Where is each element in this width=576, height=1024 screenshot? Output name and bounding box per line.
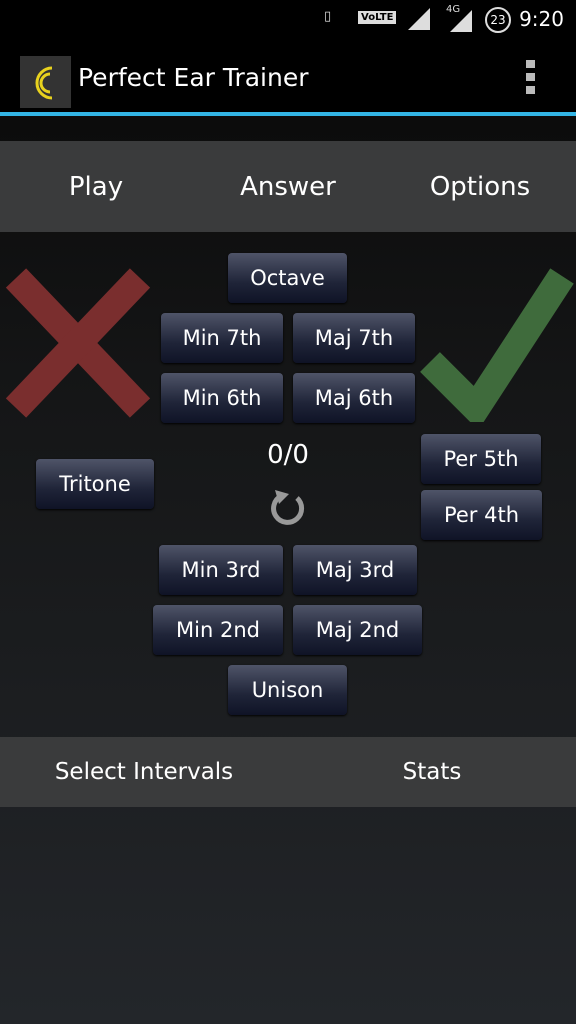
replay-icon[interactable] bbox=[267, 488, 309, 530]
min-7th-button[interactable]: Min 7th bbox=[161, 313, 283, 363]
maj-3rd-button[interactable]: Maj 3rd bbox=[293, 545, 417, 595]
min-6th-button[interactable]: Min 6th bbox=[161, 373, 283, 423]
maj-2nd-button[interactable]: Maj 2nd bbox=[293, 605, 422, 655]
wrong-x-icon bbox=[5, 268, 151, 418]
vibrate-icon: ▯ bbox=[324, 9, 332, 24]
divider bbox=[0, 112, 576, 116]
score: 0/0 bbox=[267, 440, 309, 470]
per-5th-button[interactable]: Per 5th bbox=[421, 434, 541, 484]
volte-icon: VoLTE bbox=[358, 11, 397, 24]
signal-4g-icon bbox=[450, 10, 472, 32]
unison-button[interactable]: Unison bbox=[228, 665, 347, 715]
battery-icon: 23 bbox=[485, 7, 511, 33]
tab-answer[interactable]: Answer bbox=[192, 172, 384, 202]
clock: 9:20 bbox=[519, 7, 564, 31]
min-3rd-button[interactable]: Min 3rd bbox=[159, 545, 283, 595]
stats-button[interactable]: Stats bbox=[288, 759, 576, 785]
action-bar: Perfect Ear Trainer bbox=[0, 38, 576, 113]
app-title: Perfect Ear Trainer bbox=[78, 63, 309, 92]
octave-button[interactable]: Octave bbox=[228, 253, 347, 303]
correct-check-icon bbox=[420, 268, 574, 422]
tab-bar: Play Answer Options bbox=[0, 141, 576, 232]
tab-play[interactable]: Play bbox=[0, 172, 192, 202]
maj-7th-button[interactable]: Maj 7th bbox=[293, 313, 415, 363]
overflow-menu-icon[interactable] bbox=[526, 60, 536, 94]
select-intervals-button[interactable]: Select Intervals bbox=[0, 759, 288, 785]
maj-6th-button[interactable]: Maj 6th bbox=[293, 373, 415, 423]
per-4th-button[interactable]: Per 4th bbox=[421, 490, 542, 540]
signal-icon bbox=[408, 8, 430, 30]
bottom-bar: Select Intervals Stats bbox=[0, 737, 576, 807]
tab-options[interactable]: Options bbox=[384, 172, 576, 202]
status-bar: ▯ VoLTE 4G 23 9:20 bbox=[0, 0, 576, 38]
min-2nd-button[interactable]: Min 2nd bbox=[153, 605, 283, 655]
app-logo[interactable] bbox=[20, 56, 71, 108]
tritone-button[interactable]: Tritone bbox=[36, 459, 154, 509]
